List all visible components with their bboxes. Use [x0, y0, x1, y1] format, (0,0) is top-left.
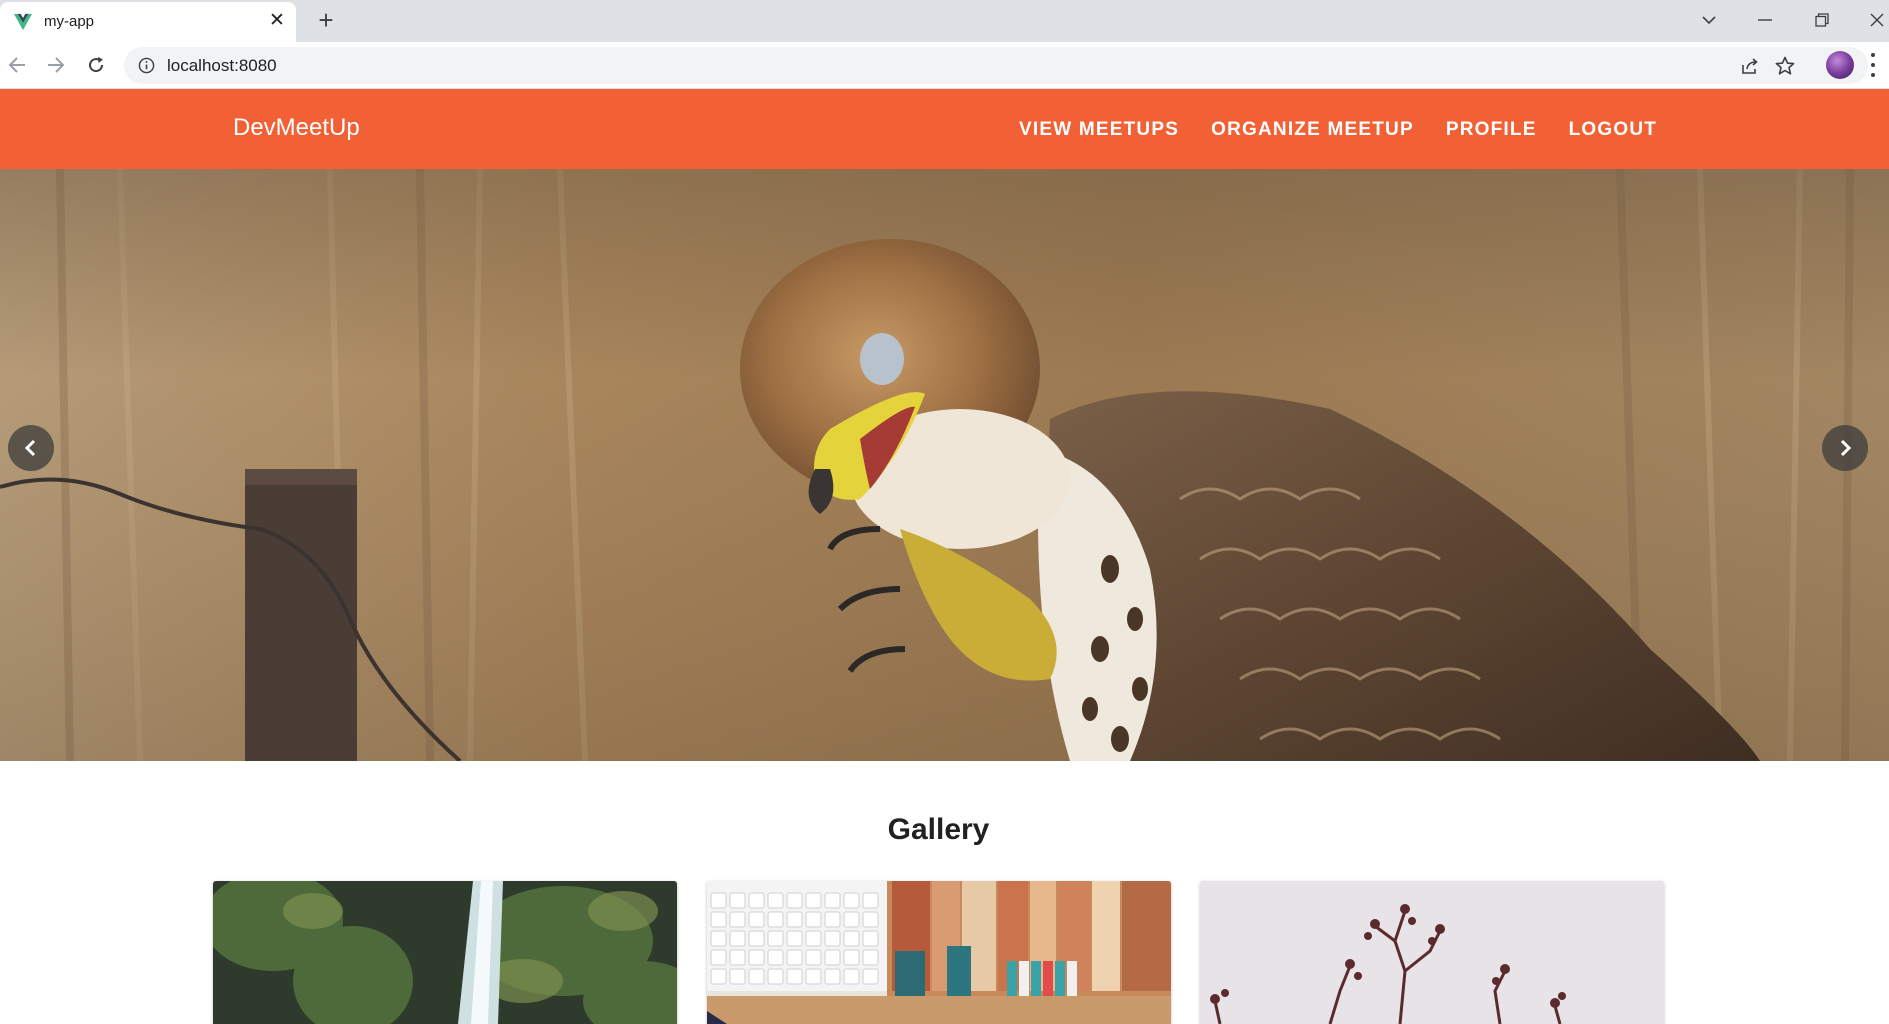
keyboard-key [729, 968, 746, 985]
keyboard-key [767, 949, 784, 966]
keyboard-key [710, 968, 727, 985]
keyboard-key [786, 968, 803, 985]
app-nav: VIEW MEETUPS ORGANIZE MEETUP PROFILE LOG… [1019, 119, 1689, 141]
nav-view-meetups[interactable]: VIEW MEETUPS [1019, 119, 1179, 141]
waterfall-image [213, 881, 677, 1024]
keyboard-key [786, 949, 803, 966]
gallery-card-keyboard-books[interactable] [707, 881, 1171, 1024]
chevron-right-icon [1840, 439, 1852, 457]
carousel-hawk-image [0, 169, 1889, 761]
url-text: localhost:8080 [167, 56, 277, 75]
browser-toolbar: localhost:8080 [0, 42, 1889, 89]
carousel-next-button[interactable] [1822, 425, 1868, 471]
keyboard-key [748, 949, 765, 966]
browser-tab[interactable]: my-app ✕ [0, 2, 296, 42]
browser-menu-icon[interactable] [1870, 53, 1876, 77]
keyboard-key [805, 930, 822, 947]
gallery-card-branches[interactable] [1200, 881, 1664, 1024]
keyboard-key [786, 911, 803, 928]
share-icon[interactable] [1739, 55, 1761, 77]
keyboard-key [862, 930, 879, 947]
keyboard-key [710, 892, 727, 909]
forward-icon[interactable] [42, 51, 70, 79]
keyboard-key [710, 930, 727, 947]
chevron-left-icon [24, 439, 36, 457]
keyboard-key [710, 949, 727, 966]
address-bar[interactable]: localhost:8080 [124, 47, 1868, 84]
carousel-prev-button[interactable] [8, 425, 54, 471]
keyboard-key [767, 892, 784, 909]
keyboard-key [824, 949, 841, 966]
site-info-icon[interactable] [138, 57, 155, 74]
keyboard-key [805, 911, 822, 928]
minimize-icon[interactable] [1750, 6, 1780, 34]
keyboard-key [767, 968, 784, 985]
browser-tab-strip: my-app ✕ + [0, 0, 1889, 42]
back-icon[interactable] [3, 51, 31, 79]
keyboard-key [767, 930, 784, 947]
keyboard-key [805, 892, 822, 909]
keyboard-key [805, 949, 822, 966]
app-title[interactable]: DevMeetUp [233, 114, 360, 142]
keyboard-key [824, 911, 841, 928]
keyboard-key [843, 949, 860, 966]
keyboard-key [805, 968, 822, 985]
keyboard-key [786, 892, 803, 909]
keyboard-key [862, 911, 879, 928]
keyboard-key [748, 892, 765, 909]
keyboard-key [710, 911, 727, 928]
keyboard-key [843, 930, 860, 947]
restore-icon[interactable] [1807, 6, 1837, 34]
branches-image [1200, 881, 1664, 1024]
keyboard-books-image [707, 881, 1171, 1024]
tab-search-icon[interactable] [1694, 6, 1724, 34]
close-window-icon[interactable] [1862, 6, 1889, 34]
carousel [0, 169, 1889, 761]
nav-profile[interactable]: PROFILE [1446, 119, 1537, 141]
gallery-title: Gallery [887, 813, 990, 846]
keyboard-key [824, 968, 841, 985]
keyboard-key [748, 930, 765, 947]
keyboard-key [748, 968, 765, 985]
keyboard-key [729, 911, 746, 928]
keyboard-key [729, 949, 746, 966]
keyboard-key [843, 968, 860, 985]
nav-organize-meetup[interactable]: ORGANIZE MEETUP [1211, 119, 1414, 141]
reload-icon[interactable] [82, 51, 110, 79]
keyboard-key [824, 892, 841, 909]
keyboard-key [862, 968, 879, 985]
app-toolbar: DevMeetUp VIEW MEETUPS ORGANIZE MEETUP P… [0, 89, 1889, 169]
keyboard-key [862, 892, 879, 909]
keyboard-key [729, 892, 746, 909]
keyboard-key [843, 911, 860, 928]
keyboard-key [786, 930, 803, 947]
profile-avatar[interactable] [1826, 51, 1854, 79]
keyboard-key [748, 911, 765, 928]
bookmark-star-icon[interactable] [1774, 55, 1796, 77]
keyboard-key [767, 911, 784, 928]
gallery-card-waterfall[interactable] [213, 881, 677, 1024]
keyboard-key [729, 930, 746, 947]
keyboard-key [862, 949, 879, 966]
keyboard-key [824, 930, 841, 947]
nav-logout[interactable]: LOGOUT [1569, 119, 1657, 141]
vue-logo-icon [14, 13, 32, 31]
new-tab-icon[interactable]: + [313, 7, 339, 33]
keyboard-key [843, 892, 860, 909]
close-tab-icon[interactable]: ✕ [266, 10, 288, 32]
tab-title: my-app [44, 13, 95, 30]
